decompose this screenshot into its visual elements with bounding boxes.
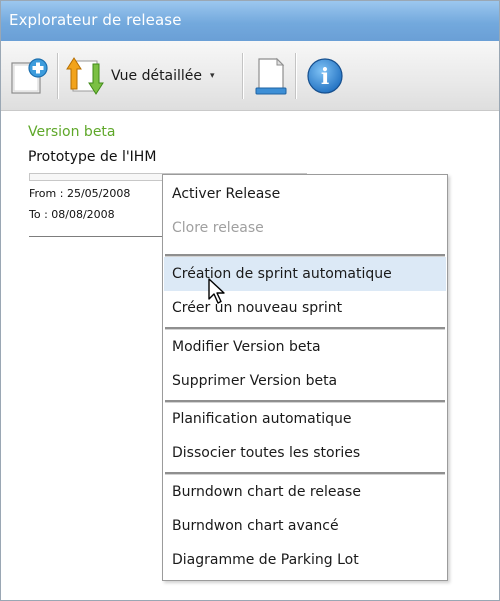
menu-item-activate-release[interactable]: Activer Release [164, 177, 446, 211]
menu-item-parking-lot[interactable]: Diagramme de Parking Lot [164, 543, 446, 577]
release-description: Prototype de l'IHM [28, 149, 157, 165]
menu-item-delete-release[interactable]: Supprimer Version beta [164, 364, 446, 398]
chevron-down-icon: ▾ [210, 71, 215, 81]
sort-arrows-icon [66, 57, 104, 95]
view-mode-label: Vue détaillée [111, 68, 203, 84]
toolbar-separator [57, 53, 58, 99]
toolbar-separator [242, 53, 243, 99]
menu-item-close-release: Clore release [172, 220, 264, 236]
info-glyph: i [321, 64, 329, 90]
toolbar-separator [295, 53, 296, 99]
info-button[interactable]: i [305, 54, 345, 98]
mouse-pointer-icon [208, 278, 225, 304]
release-end-date: To : 08/08/2008 [29, 208, 115, 221]
menu-item-release-burndown[interactable]: Burndown chart de release [164, 475, 446, 509]
document-icon [255, 57, 287, 95]
window-title: Explorateur de release [9, 11, 182, 29]
view-mode-dropdown[interactable]: Vue détaillée ▾ [63, 54, 215, 98]
release-name[interactable]: Version beta [28, 124, 116, 140]
new-release-button[interactable] [9, 54, 49, 98]
menu-item-advanced-burndown[interactable]: Burndwon chart avancé [164, 509, 446, 543]
add-document-icon [11, 58, 48, 94]
menu-item-auto-planning[interactable]: Planification automatique [164, 402, 446, 436]
print-button[interactable] [253, 54, 289, 98]
context-menu: Activer Release Clore release Création d… [162, 174, 448, 581]
release-start-date: From : 25/05/2008 [29, 187, 131, 200]
info-icon: i [307, 58, 343, 94]
menu-item-dissociate-stories[interactable]: Dissocier toutes les stories [164, 436, 446, 470]
title-bar: Explorateur de release [1, 1, 499, 41]
toolbar: Vue détaillée ▾ i [1, 41, 499, 111]
menu-item-edit-release[interactable]: Modifier Version beta [164, 330, 446, 364]
release-explorer-window: Explorateur de release Vue détaillée ▾ i… [0, 0, 500, 601]
